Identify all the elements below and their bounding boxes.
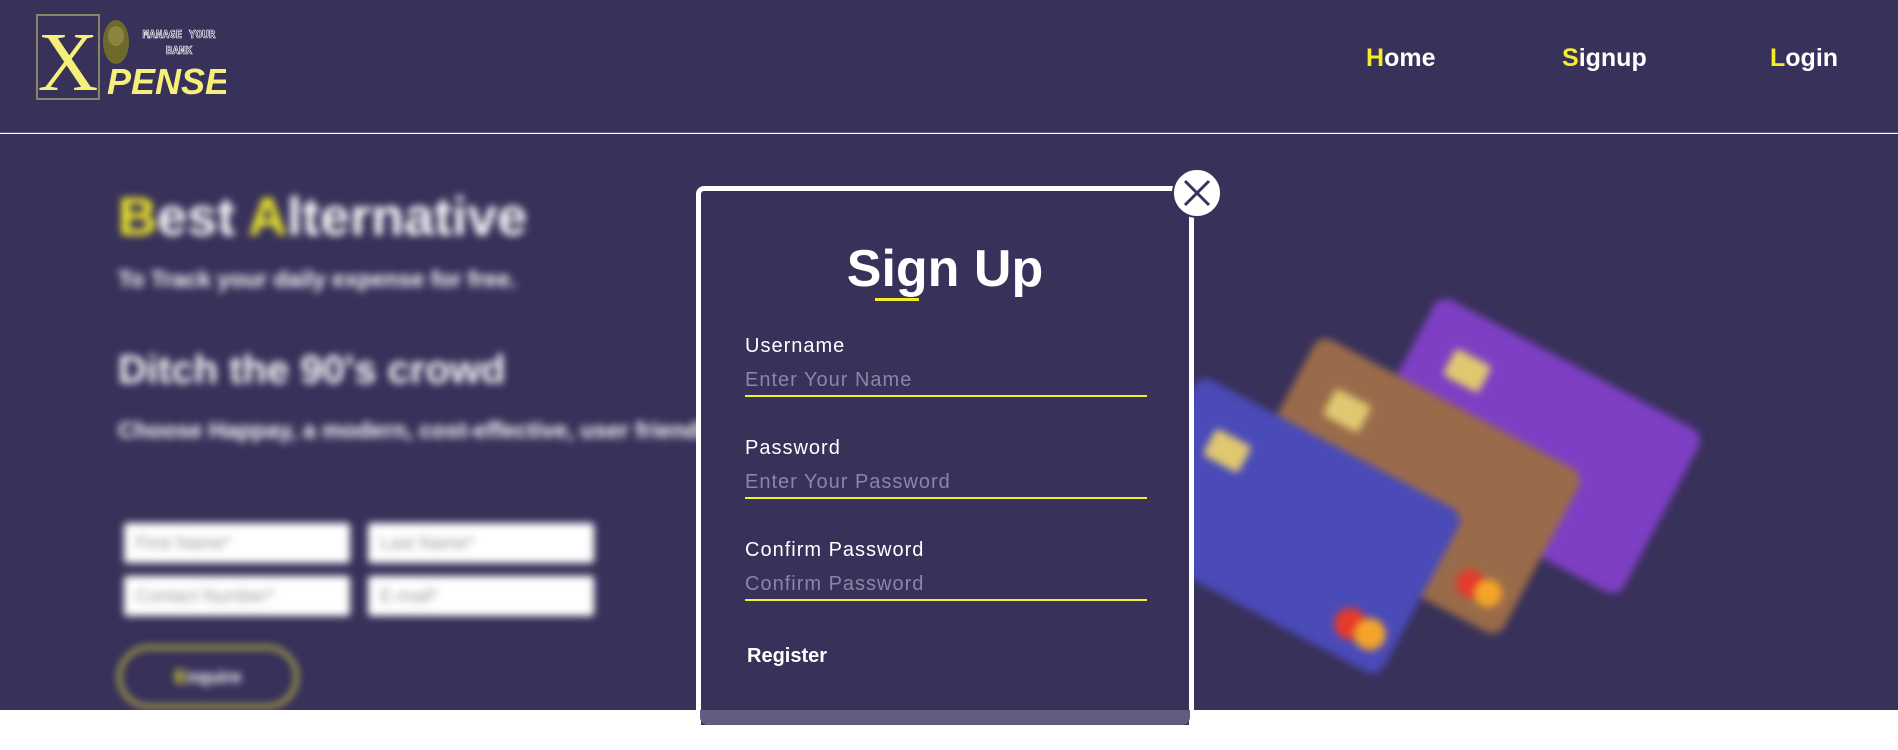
register-button[interactable]: Register xyxy=(747,645,827,668)
hero-title-b: B xyxy=(118,187,157,247)
last-name-input[interactable]: Last Name* xyxy=(368,523,594,563)
password-label: Password xyxy=(745,437,841,459)
nav-login-link[interactable]: Login xyxy=(1770,44,1838,73)
nav-login-initial: L xyxy=(1770,44,1786,72)
nav-home-link[interactable]: Home xyxy=(1366,44,1435,73)
modal-title: Sign Up xyxy=(846,240,1044,298)
hero-title: Best Alternative xyxy=(118,186,527,248)
enquire-initial: E xyxy=(174,667,187,687)
password-input[interactable] xyxy=(745,467,1147,499)
username-label: Username xyxy=(745,335,846,357)
username-input[interactable] xyxy=(745,365,1147,397)
svg-text:MANAGE YOUR: MANAGE YOUR xyxy=(143,28,216,41)
close-icon xyxy=(1183,179,1211,207)
svg-text:X: X xyxy=(38,16,99,102)
confirm-password-label: Confirm Password xyxy=(745,539,925,561)
nav-signup-link[interactable]: Signup xyxy=(1562,44,1647,73)
enquire-label: nquire xyxy=(186,667,242,687)
app-root: X MANAGE YOUR BANK PENSE Home Signup Log… xyxy=(0,0,1898,750)
email-input[interactable]: E-mail* xyxy=(368,576,594,616)
signup-modal: Sign Up Username Password Confirm Passwo… xyxy=(696,186,1194,725)
nav-home-label: ome xyxy=(1384,44,1436,72)
hero-title-part2: lternative xyxy=(287,187,528,247)
svg-text:PENSE: PENSE xyxy=(107,61,226,102)
svg-text:BANK: BANK xyxy=(166,44,193,57)
first-name-input[interactable]: First Name* xyxy=(124,523,350,563)
contact-number-input[interactable]: Contact Number* xyxy=(124,576,350,616)
hero-title-a: A xyxy=(248,187,288,247)
nav-home-initial: H xyxy=(1366,44,1385,72)
close-modal-button[interactable] xyxy=(1172,168,1222,218)
confirm-password-input[interactable] xyxy=(745,569,1147,601)
enquire-button[interactable]: Enquire xyxy=(118,646,298,708)
nav-signup-initial: S xyxy=(1562,44,1579,72)
nav-signup-label: ignup xyxy=(1578,44,1647,72)
modal-footer-strip xyxy=(700,710,1190,725)
hero-subtitle: To Track your daily expense for free. xyxy=(118,266,517,292)
credit-cards-illustration xyxy=(1118,298,1700,674)
hero-title-part1: est xyxy=(157,187,249,247)
top-navbar: X MANAGE YOUR BANK PENSE Home Signup Log… xyxy=(0,0,1898,133)
title-underline xyxy=(875,298,919,301)
hero-heading: Ditch the 90's crowd xyxy=(118,348,506,392)
nav-login-label: ogin xyxy=(1785,44,1839,72)
xpense-logo[interactable]: X MANAGE YOUR BANK PENSE xyxy=(36,14,230,109)
